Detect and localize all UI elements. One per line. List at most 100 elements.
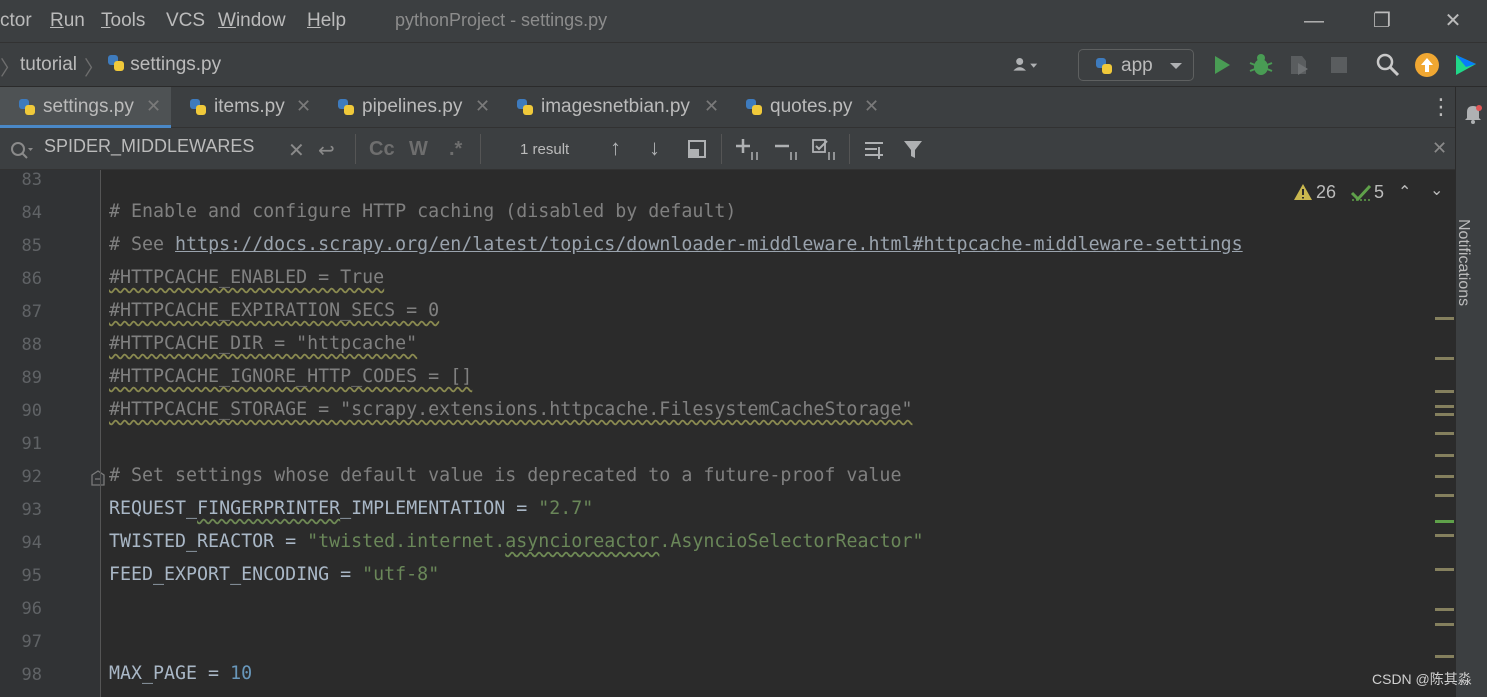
- error-stripe-mark[interactable]: [1435, 568, 1454, 571]
- error-stripe-mark[interactable]: [1435, 608, 1454, 611]
- line-number: 92: [21, 467, 42, 487]
- error-stripe-mark[interactable]: [1435, 317, 1454, 320]
- close-window-button[interactable]: ✕: [1438, 8, 1468, 34]
- stop-icon[interactable]: [1325, 51, 1353, 79]
- string-literal: "2.7": [538, 498, 594, 519]
- error-stripe-mark[interactable]: [1435, 413, 1454, 416]
- notification-bell-icon[interactable]: [1464, 104, 1482, 124]
- chevron-down-icon: [1170, 63, 1182, 69]
- close-tab-icon[interactable]: ✕: [296, 96, 311, 117]
- tab-imagesnetbian[interactable]: imagesnetbian.py ✕: [498, 87, 728, 128]
- string-literal: "twisted.internet.: [307, 531, 506, 552]
- comment-text: #HTTPCACHE_STORAGE = "scrapy.extensions.…: [109, 399, 913, 420]
- breadcrumb-settings[interactable]: settings.py: [107, 54, 221, 76]
- code-line-95: FEED_EXPORT_ENCODING = "utf-8": [109, 564, 439, 585]
- match-case-toggle[interactable]: Cc: [369, 138, 395, 161]
- menu-window[interactable]: Window: [218, 10, 286, 32]
- find-input[interactable]: SPIDER_MIDDLEWARES: [44, 136, 254, 157]
- breadcrumb-separator-icon: 〉: [0, 58, 20, 80]
- close-tab-icon[interactable]: ✕: [704, 96, 719, 117]
- menu-refactor[interactable]: ctor: [0, 10, 32, 32]
- tab-quotes[interactable]: quotes.py ✕: [727, 87, 887, 128]
- breadcrumb-tutorial[interactable]: tutorial: [20, 54, 77, 76]
- run-configuration-selector[interactable]: app: [1078, 49, 1194, 81]
- separator: [480, 134, 481, 164]
- update-icon[interactable]: [1413, 51, 1441, 79]
- identifier: _IMPLEMENTATION =: [340, 498, 539, 519]
- comment-text: # See: [109, 234, 176, 255]
- menu-help[interactable]: Help: [307, 10, 346, 32]
- menu-tools[interactable]: Tools: [101, 10, 145, 32]
- remove-occurrence-icon[interactable]: [773, 138, 799, 162]
- user-account-icon[interactable]: [1012, 51, 1040, 79]
- line-number: 91: [21, 434, 42, 454]
- regex-toggle[interactable]: .*: [449, 138, 462, 161]
- number-literal: 10: [230, 663, 253, 684]
- new-line-icon[interactable]: ↩: [318, 138, 335, 163]
- tab-label: settings.py: [43, 96, 134, 117]
- add-occurrence-icon[interactable]: [734, 138, 760, 162]
- search-icon[interactable]: [1374, 51, 1402, 79]
- code-line-84: # Enable and configure HTTP caching (dis…: [109, 201, 737, 222]
- error-stripe-mark[interactable]: [1435, 357, 1454, 360]
- comment-text: #HTTPCACHE_IGNORE_HTTP_CODES = []: [109, 366, 473, 387]
- identifier: REQUEST_: [109, 498, 198, 519]
- python-icon: [1095, 57, 1113, 75]
- line-number: 89: [21, 368, 42, 388]
- next-occurrence-icon[interactable]: ↓: [649, 135, 660, 161]
- error-stripe-mark[interactable]: [1435, 534, 1454, 537]
- error-stripe-mark[interactable]: [1435, 390, 1454, 393]
- warnings-count[interactable]: 26: [1316, 182, 1336, 203]
- close-find-icon[interactable]: ✕: [1432, 138, 1447, 159]
- tab-settings[interactable]: settings.py ✕: [0, 87, 171, 129]
- error-stripe-mark[interactable]: [1435, 494, 1454, 497]
- weak-warning-icon: [1350, 184, 1372, 202]
- comment-text: #HTTPCACHE_EXPIRATION_SECS = 0: [109, 300, 440, 321]
- restore-button[interactable]: ❐: [1367, 8, 1397, 34]
- search-history-icon[interactable]: [10, 141, 34, 159]
- next-highlight-icon[interactable]: ⌄: [1430, 180, 1443, 200]
- error-stripe-mark[interactable]: [1435, 655, 1454, 658]
- run-icon[interactable]: [1208, 51, 1236, 79]
- minimize-button[interactable]: —: [1299, 8, 1329, 34]
- code-editor[interactable]: 83 84 85 86 87 88 89 90 91 92 93 94 95 9…: [0, 170, 1455, 697]
- close-tab-icon[interactable]: ✕: [146, 96, 161, 117]
- select-all-occurrences-icon[interactable]: [811, 138, 837, 162]
- code-line-94: TWISTED_REACTOR = "twisted.internet.asyn…: [109, 531, 924, 552]
- line-number: 93: [21, 500, 42, 520]
- find-bar: SPIDER_MIDDLEWARES ✕ ↩ Cc W .* 1 result …: [0, 128, 1455, 170]
- toolbox-app-icon[interactable]: [1452, 51, 1480, 79]
- open-in-window-icon[interactable]: [687, 139, 707, 159]
- python-file-icon: [189, 98, 207, 116]
- close-tab-icon[interactable]: ✕: [864, 96, 879, 117]
- run-with-coverage-icon[interactable]: [1286, 51, 1314, 79]
- close-tab-icon[interactable]: ✕: [475, 96, 490, 117]
- identifier: FINGERPRINTER: [197, 498, 341, 519]
- menu-bar: ctor Run Tools VCS Window Help pythonPro…: [0, 0, 1487, 43]
- error-stripe-mark[interactable]: [1435, 520, 1454, 523]
- python-file-icon: [107, 54, 125, 72]
- error-stripe-mark[interactable]: [1435, 432, 1454, 435]
- fold-marker-icon[interactable]: [91, 470, 105, 486]
- error-stripe-mark[interactable]: [1435, 623, 1454, 626]
- more-tabs-icon[interactable]: ⋮: [1430, 93, 1452, 121]
- filter-search-results-icon[interactable]: [863, 139, 887, 161]
- clear-search-icon[interactable]: ✕: [288, 138, 305, 163]
- whole-words-toggle[interactable]: W: [409, 138, 428, 161]
- filter-icon[interactable]: [903, 139, 925, 161]
- docs-link[interactable]: https://docs.scrapy.org/en/latest/topics…: [175, 234, 1243, 255]
- tab-items[interactable]: items.py ✕: [171, 87, 321, 128]
- previous-highlight-icon[interactable]: ⌃: [1398, 182, 1411, 202]
- menu-vcs[interactable]: VCS: [166, 10, 205, 32]
- debug-icon[interactable]: [1247, 51, 1275, 79]
- weak-warnings-count[interactable]: 5: [1374, 182, 1384, 203]
- notifications-tool-window[interactable]: Notifications: [1454, 219, 1472, 339]
- tab-pipelines[interactable]: pipelines.py ✕: [319, 87, 499, 128]
- error-stripe-mark[interactable]: [1435, 405, 1454, 408]
- menu-run[interactable]: Run: [50, 10, 85, 32]
- error-stripe-mark[interactable]: [1435, 475, 1454, 478]
- python-file-icon: [337, 98, 355, 116]
- previous-occurrence-icon[interactable]: ↑: [610, 135, 621, 161]
- error-stripe-mark[interactable]: [1435, 454, 1454, 457]
- identifier: MAX_PAGE =: [109, 663, 231, 684]
